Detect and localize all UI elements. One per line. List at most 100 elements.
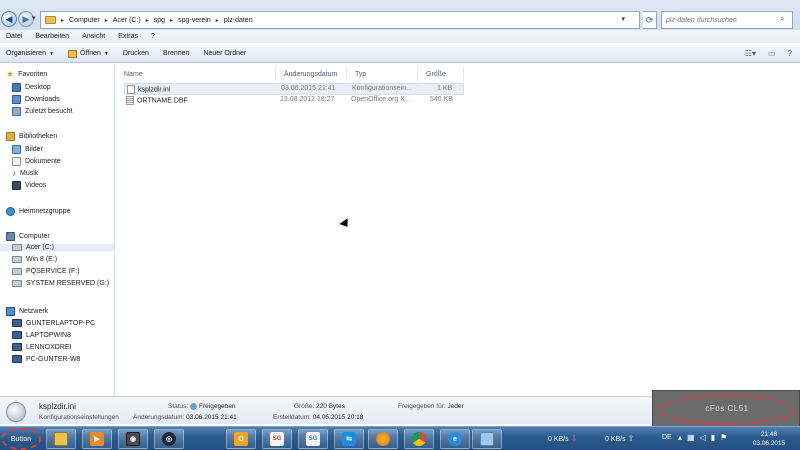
nav-music[interactable]: ♪ Musik xyxy=(12,169,38,178)
music-icon: ♪ xyxy=(12,169,16,178)
preview-pane-icon[interactable]: ▭ xyxy=(768,49,776,58)
taskbar-app-steam[interactable]: ◎ xyxy=(154,429,184,449)
nav-network-pc-2[interactable]: LAPTOPWIN8 xyxy=(12,331,71,339)
column-header-name[interactable]: Name xyxy=(116,67,276,81)
open-button[interactable]: Öffnen ▼ xyxy=(68,49,109,58)
nav-recent[interactable]: Zuletzt besucht xyxy=(12,107,72,116)
nav-computer-label: Computer xyxy=(19,233,50,240)
taskbar-app-teamviewer[interactable]: ⇆ xyxy=(334,429,364,449)
breadcrumb-spg-verein[interactable]: spg-verein xyxy=(178,17,211,24)
nav-libraries[interactable]: Bibliotheken xyxy=(6,132,57,141)
taskbar-app-camera[interactable]: ◉ xyxy=(118,429,148,449)
nav-computer[interactable]: Computer xyxy=(6,232,50,241)
menu-file[interactable]: Datei xyxy=(6,33,22,40)
nav-network-pc-3[interactable]: LENNOXDREI xyxy=(12,343,72,351)
address-dropdown-icon[interactable]: ▾ xyxy=(621,15,625,23)
nav-desktop[interactable]: Desktop xyxy=(12,83,51,92)
nav-drive-c[interactable]: Acer (C:) xyxy=(0,244,114,251)
flag-icon[interactable]: ⚑ xyxy=(720,433,727,442)
nav-pictures[interactable]: Bilder xyxy=(12,145,43,154)
chevron-right-icon[interactable]: ▸ xyxy=(146,17,149,24)
organize-button[interactable]: Organisieren ▼ xyxy=(6,50,54,57)
taskbar-app-explorer[interactable] xyxy=(46,429,76,449)
refresh-button[interactable]: ⟳ xyxy=(643,11,657,29)
nav-documents[interactable]: Dokumente xyxy=(12,157,61,166)
recent-pages-dropdown[interactable]: ▾ xyxy=(32,14,36,22)
print-button[interactable]: Drucken xyxy=(123,50,149,57)
clock[interactable]: 21:48 03.06.2015 xyxy=(744,430,794,448)
view-options-icon[interactable]: ☷▾ xyxy=(745,49,756,58)
details-file-name: ksplzdir.ini xyxy=(39,402,76,411)
column-header-size[interactable]: Größe xyxy=(418,67,464,81)
nav-favorites[interactable]: ★ Favoriten xyxy=(6,70,47,79)
breadcrumb-spg[interactable]: spg xyxy=(154,17,165,24)
language-indicator[interactable]: DE xyxy=(662,434,672,441)
nav-drive-e[interactable]: Win 8 (E:) xyxy=(12,256,57,263)
nav-drive-g[interactable]: SYSTEM RESERVED (G:) xyxy=(12,280,109,287)
chevron-right-icon[interactable]: ▸ xyxy=(170,17,173,24)
back-button[interactable]: ◀ xyxy=(1,11,17,27)
nav-network-pc-1-label: GUNTERLAPTOP-PC xyxy=(26,319,96,327)
system-tray: ▴ ▦ ◁ ▮ ⚑ xyxy=(678,433,727,442)
burn-button[interactable]: Brennen xyxy=(163,50,189,57)
taskbar-app-chrome[interactable] xyxy=(404,429,434,449)
details-created-value: 04.05.2015 20:18 xyxy=(312,414,364,421)
breadcrumb-computer[interactable]: Computer xyxy=(69,17,100,24)
address-box[interactable]: ▸ Computer ▸ Acer (C:) ▸ spg ▸ spg-verei… xyxy=(40,11,640,29)
new-folder-button[interactable]: Neuer Ordner xyxy=(203,50,246,57)
battery-icon[interactable]: ▮ xyxy=(711,433,715,442)
net-down-value: 0 KB/s xyxy=(548,436,569,443)
nav-videos[interactable]: Videos xyxy=(12,181,46,190)
details-shared-label: Freigegeben für: xyxy=(398,403,446,410)
libraries-icon xyxy=(6,132,15,141)
column-header-date[interactable]: Änderungsdatum xyxy=(276,67,347,81)
breadcrumb-plz-daten[interactable]: plz-daten xyxy=(224,17,253,24)
taskbar-app-ie[interactable]: e xyxy=(440,429,470,449)
menu-view[interactable]: Ansicht xyxy=(82,33,105,40)
taskbar-app-sg-2[interactable]: SG xyxy=(298,429,328,449)
file-type: Konfigurationsein... xyxy=(352,85,412,92)
chevron-right-icon[interactable]: ▸ xyxy=(105,17,108,24)
breadcrumb-drive[interactable]: Acer (C:) xyxy=(113,17,141,24)
taskbar-app-window[interactable] xyxy=(472,429,502,449)
nav-network-pc-4[interactable]: PC-GUNTER-W8 xyxy=(12,355,80,363)
chevron-right-icon[interactable]: ▸ xyxy=(61,17,64,24)
cfos-overlay-widget[interactable]: cFos CL51 xyxy=(652,390,800,428)
shared-users-icon xyxy=(190,403,198,410)
taskbar-app-outlook[interactable]: O xyxy=(226,429,256,449)
taskbar-app-firefox[interactable] xyxy=(368,429,398,449)
tray-expand-icon[interactable]: ▴ xyxy=(678,433,682,442)
nav-downloads[interactable]: Downloads xyxy=(12,95,60,104)
nav-homegroup[interactable]: Heimnetzgruppe xyxy=(6,207,70,216)
details-shared-value: Jeder xyxy=(447,403,464,410)
search-input[interactable] xyxy=(661,11,793,29)
column-header-type[interactable]: Typ xyxy=(347,67,418,81)
clock-time: 21:48 xyxy=(760,431,778,438)
network-status-icon[interactable]: ▦ xyxy=(687,433,695,442)
nav-drive-f[interactable]: PQSERVICE (F:) xyxy=(12,268,80,275)
menu-bar: Datei Bearbeiten Ansicht Extras ? xyxy=(0,30,800,43)
nav-drive-e-label: Win 8 (E:) xyxy=(26,256,58,263)
menu-edit[interactable]: Bearbeiten xyxy=(35,33,69,40)
chevron-right-icon[interactable]: ▸ xyxy=(216,17,219,24)
file-row[interactable]: ksplzdir.ini 03.06.2015 21:41 Konfigurat… xyxy=(124,83,464,95)
net-down-speed: 0 KB/s ⇩ xyxy=(548,434,577,443)
nav-network-pc-1[interactable]: GUNTERLAPTOP-PC xyxy=(12,319,95,327)
taskbar-app-media[interactable]: ▶ xyxy=(82,429,112,449)
open-label: Öffnen xyxy=(80,50,101,57)
help-icon[interactable]: ? xyxy=(788,49,792,58)
start-button[interactable]: Button xyxy=(0,427,42,450)
teamviewer-icon: ⇆ xyxy=(342,432,356,446)
taskbar-app-sg-1[interactable]: SG xyxy=(262,429,292,449)
file-row[interactable]: ORTNAME.DBF 13.08.2012 18:27 OpenOffice.… xyxy=(124,95,464,107)
nav-drive-g-label: SYSTEM RESERVED (G:) xyxy=(26,280,110,287)
menu-extras[interactable]: Extras xyxy=(118,33,138,40)
nav-network[interactable]: Netzwerk xyxy=(6,307,48,316)
file-name-cell: ORTNAME.DBF xyxy=(126,96,188,105)
nav-desktop-label: Desktop xyxy=(25,84,51,91)
menu-help[interactable]: ? xyxy=(151,33,155,40)
details-created: Erstelldatum: 04.05.2015 20:18 xyxy=(273,414,363,421)
search-icon[interactable]: ⌕ xyxy=(780,14,784,24)
volume-icon[interactable]: ◁ xyxy=(700,433,706,442)
sg-icon: SG xyxy=(270,432,284,446)
